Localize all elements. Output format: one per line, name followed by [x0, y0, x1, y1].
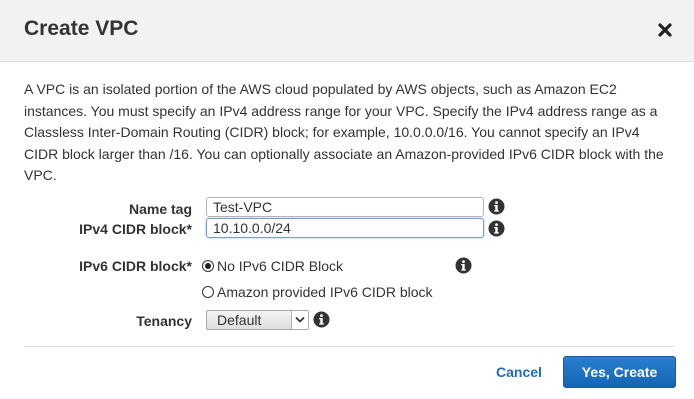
info-icon[interactable]	[488, 220, 505, 237]
chevron-down-icon[interactable]	[291, 311, 308, 329]
dialog-header: Create VPC	[0, 0, 694, 62]
radio-label-amazon-ipv6: Amazon provided IPv6 CIDR block	[217, 284, 433, 300]
info-icon[interactable]	[488, 198, 505, 215]
radio-button-no-ipv6[interactable]	[202, 260, 214, 272]
footer-divider	[24, 346, 674, 347]
name-tag-label: Name tag	[128, 201, 192, 217]
radio-label-no-ipv6: No IPv6 CIDR Block	[217, 258, 344, 274]
cancel-button[interactable]: Cancel	[496, 364, 542, 380]
info-icon[interactable]	[455, 257, 472, 274]
dialog-title: Create VPC	[24, 17, 139, 40]
name-tag-input[interactable]	[206, 197, 484, 217]
radio-amazon-ipv6[interactable]: Amazon provided IPv6 CIDR block	[202, 284, 433, 300]
dialog-description: A VPC is an isolated portion of the AWS …	[24, 81, 664, 183]
tenancy-select[interactable]: Default	[206, 310, 309, 330]
yes-create-button[interactable]: Yes, Create	[563, 356, 676, 388]
ipv4-cidr-input[interactable]	[206, 218, 484, 238]
tenancy-label: Tenancy	[136, 313, 192, 329]
tenancy-select-value: Default	[217, 312, 262, 328]
info-icon[interactable]	[313, 311, 330, 328]
close-icon[interactable]	[652, 17, 678, 43]
ipv6-cidr-label: IPv6 CIDR block*	[79, 258, 192, 274]
radio-button-amazon-ipv6[interactable]	[202, 286, 214, 298]
radio-no-ipv6[interactable]: No IPv6 CIDR Block	[202, 258, 343, 274]
ipv4-cidr-label: IPv4 CIDR block*	[79, 221, 192, 237]
